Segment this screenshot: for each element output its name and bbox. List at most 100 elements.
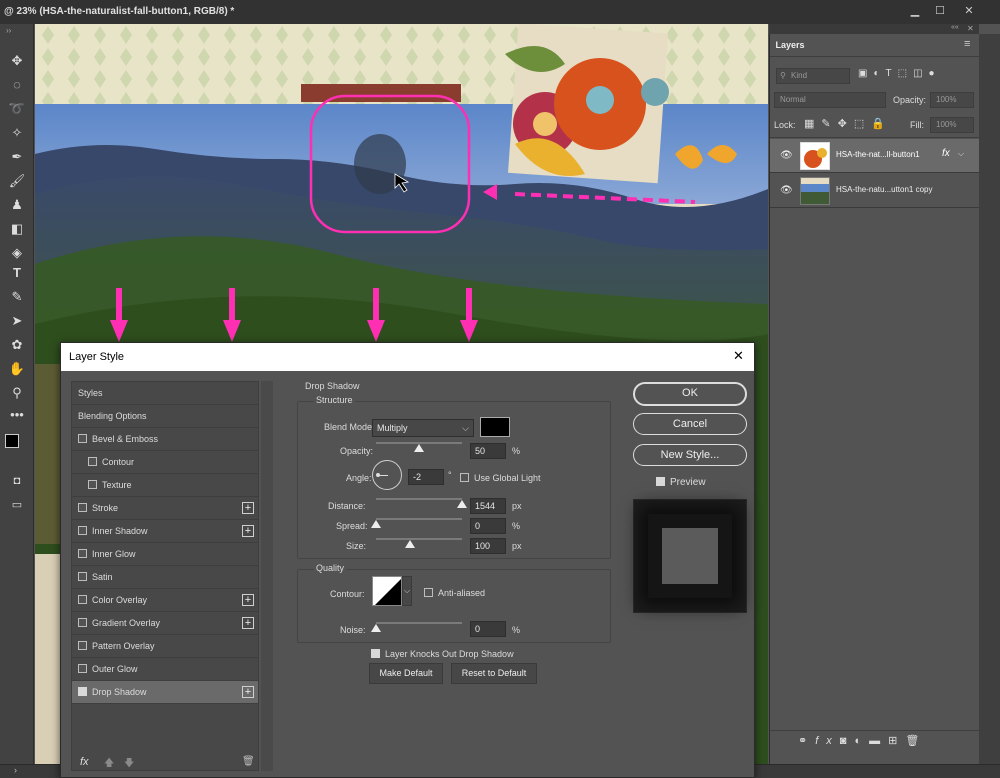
style-checkbox[interactable] (78, 526, 87, 535)
style-checkbox[interactable] (78, 618, 87, 627)
knockout-option[interactable]: Layer Knocks Out Drop Shadow (371, 649, 514, 659)
panel-close-icon[interactable]: ✕ (967, 24, 974, 33)
panel-menu-icon[interactable]: ≡ (964, 38, 970, 50)
close-window-button[interactable]: ✕ (957, 2, 981, 20)
style-item[interactable]: Satin (72, 566, 258, 589)
minimize-button[interactable]: ▁ (903, 2, 927, 20)
layer-name[interactable]: HSA-the-nat...ll-button1 (836, 150, 920, 159)
angle-dial[interactable] (372, 460, 402, 490)
reset-default-button[interactable]: Reset to Default (451, 663, 537, 684)
size-slider-track[interactable] (376, 538, 462, 540)
magic-wand-tool-icon[interactable]: ✧ (5, 122, 29, 144)
make-default-button[interactable]: Make Default (369, 663, 443, 684)
add-effect-icon[interactable]: + (242, 686, 254, 698)
link-layers-icon[interactable]: ⚭ (798, 735, 815, 747)
lock-artboard-icon[interactable]: ⬚ (854, 118, 871, 130)
style-checkbox[interactable] (88, 457, 97, 466)
fx-menu-icon[interactable]: fx (80, 756, 89, 768)
distance-field[interactable]: 1544 (470, 498, 506, 514)
layer-row[interactable]: 👁 HSA-the-nat...ll-button1 fx ⌵ (770, 139, 980, 173)
new-group-icon[interactable]: ▬ (869, 735, 888, 747)
brush-tool-icon[interactable]: 🖌 (5, 170, 29, 192)
layer-fill-field[interactable]: 100% (930, 117, 974, 133)
style-item[interactable]: Styles (72, 382, 258, 405)
style-item[interactable]: Blending Options (72, 405, 258, 428)
move-down-icon[interactable]: 🡇 (124, 756, 134, 773)
marquee-tool-icon[interactable]: ◌ (5, 74, 29, 96)
layer-opacity-field[interactable]: 100% (930, 92, 974, 108)
add-style-fx-icon[interactable]: fx (815, 735, 840, 747)
style-checkbox[interactable] (78, 641, 87, 650)
add-effect-icon[interactable]: + (242, 594, 254, 606)
ok-button[interactable]: OK (633, 382, 747, 406)
path-selection-tool-icon[interactable]: ➤ (5, 310, 29, 332)
filter-kind-select[interactable]: ⚲ Kind (776, 68, 850, 84)
add-mask-icon[interactable]: ◙ (840, 735, 855, 747)
noise-slider-track[interactable] (376, 622, 462, 624)
lock-pixels-icon[interactable]: ✎ (821, 118, 837, 130)
smart-object-filter-icon[interactable]: ◫ (913, 68, 928, 79)
style-item[interactable]: Texture (72, 474, 258, 497)
style-item[interactable]: Outer Glow (72, 658, 258, 681)
opacity-slider-thumb[interactable] (414, 444, 424, 452)
style-item[interactable]: Contour (72, 451, 258, 474)
style-item[interactable]: Stroke + (72, 497, 258, 520)
zoom-tool-icon[interactable]: ⚲ (5, 382, 29, 404)
style-checkbox[interactable] (78, 595, 87, 604)
more-tools-icon[interactable]: ••• (5, 404, 29, 426)
contour-picker[interactable] (372, 576, 402, 606)
shape-filter-icon[interactable]: ⬚ (898, 68, 913, 79)
move-up-icon[interactable]: 🡅 (104, 756, 114, 773)
type-filter-icon[interactable]: T (886, 68, 898, 79)
anti-aliased-checkbox[interactable] (424, 588, 433, 597)
delete-layer-icon[interactable]: 🗑 (905, 735, 927, 747)
opacity-field[interactable]: 50 (470, 443, 506, 459)
size-slider-thumb[interactable] (405, 540, 416, 548)
add-effect-icon[interactable]: + (242, 502, 254, 514)
blend-mode-select[interactable]: Multiply ⌵ (372, 419, 474, 437)
style-item[interactable]: Pattern Overlay (72, 635, 258, 658)
noise-field[interactable]: 0 (470, 621, 506, 637)
layer-row[interactable]: 👁 HSA-the-natu...utton1 copy (770, 174, 980, 208)
size-field[interactable]: 100 (470, 538, 506, 554)
layer-name[interactable]: HSA-the-natu...utton1 copy (836, 185, 933, 194)
style-checkbox[interactable] (78, 572, 87, 581)
adjustment-layer-icon[interactable]: ◐ (854, 735, 869, 747)
add-effect-icon[interactable]: + (242, 617, 254, 629)
style-item[interactable]: Inner Shadow + (72, 520, 258, 543)
preview-checkbox[interactable] (656, 477, 665, 486)
style-checkbox[interactable] (78, 664, 87, 673)
stamp-tool-icon[interactable]: ♟ (5, 194, 29, 216)
global-light-checkbox[interactable] (460, 473, 469, 482)
add-effect-icon[interactable]: + (242, 525, 254, 537)
cancel-button[interactable]: Cancel (633, 413, 747, 435)
eraser-tool-icon[interactable]: ◧ (5, 218, 29, 240)
contour-dropdown[interactable]: ⌵ (402, 576, 412, 606)
style-checkbox[interactable] (78, 549, 87, 558)
delete-effect-icon[interactable]: 🗑 (242, 756, 255, 767)
global-light-option[interactable]: Use Global Light (460, 473, 541, 483)
layer-fx-icon[interactable]: fx (942, 148, 950, 159)
angle-field[interactable]: -2 (408, 469, 444, 485)
new-layer-icon[interactable]: ⊞ (888, 735, 905, 747)
custom-shape-tool-icon[interactable]: ✿ (5, 334, 29, 356)
lasso-tool-icon[interactable]: ➰ (5, 98, 29, 120)
lock-all-icon[interactable]: 🔒 (871, 118, 892, 130)
noise-slider-thumb[interactable] (371, 624, 381, 632)
spread-field[interactable]: 0 (470, 518, 506, 534)
blend-mode-select[interactable]: Normal (774, 92, 886, 108)
style-checkbox[interactable] (78, 687, 87, 696)
pen-tool-icon[interactable]: ✎ (5, 286, 29, 308)
style-item[interactable]: Inner Glow (72, 543, 258, 566)
lock-position-icon[interactable]: ✥ (838, 118, 854, 130)
knockout-checkbox[interactable] (371, 649, 380, 658)
spread-slider-thumb[interactable] (371, 520, 381, 528)
foreground-color-swatch[interactable] (5, 434, 19, 448)
new-style-button[interactable]: New Style... (633, 444, 747, 466)
lock-transparency-icon[interactable]: ▦ (804, 118, 821, 130)
style-checkbox[interactable] (78, 434, 87, 443)
layers-tab[interactable]: Layers (770, 34, 810, 56)
screen-mode-icon[interactable]: ▭ (5, 494, 29, 516)
filter-toggle-icon[interactable]: ● (929, 68, 941, 79)
type-tool-icon[interactable]: T (5, 262, 29, 284)
